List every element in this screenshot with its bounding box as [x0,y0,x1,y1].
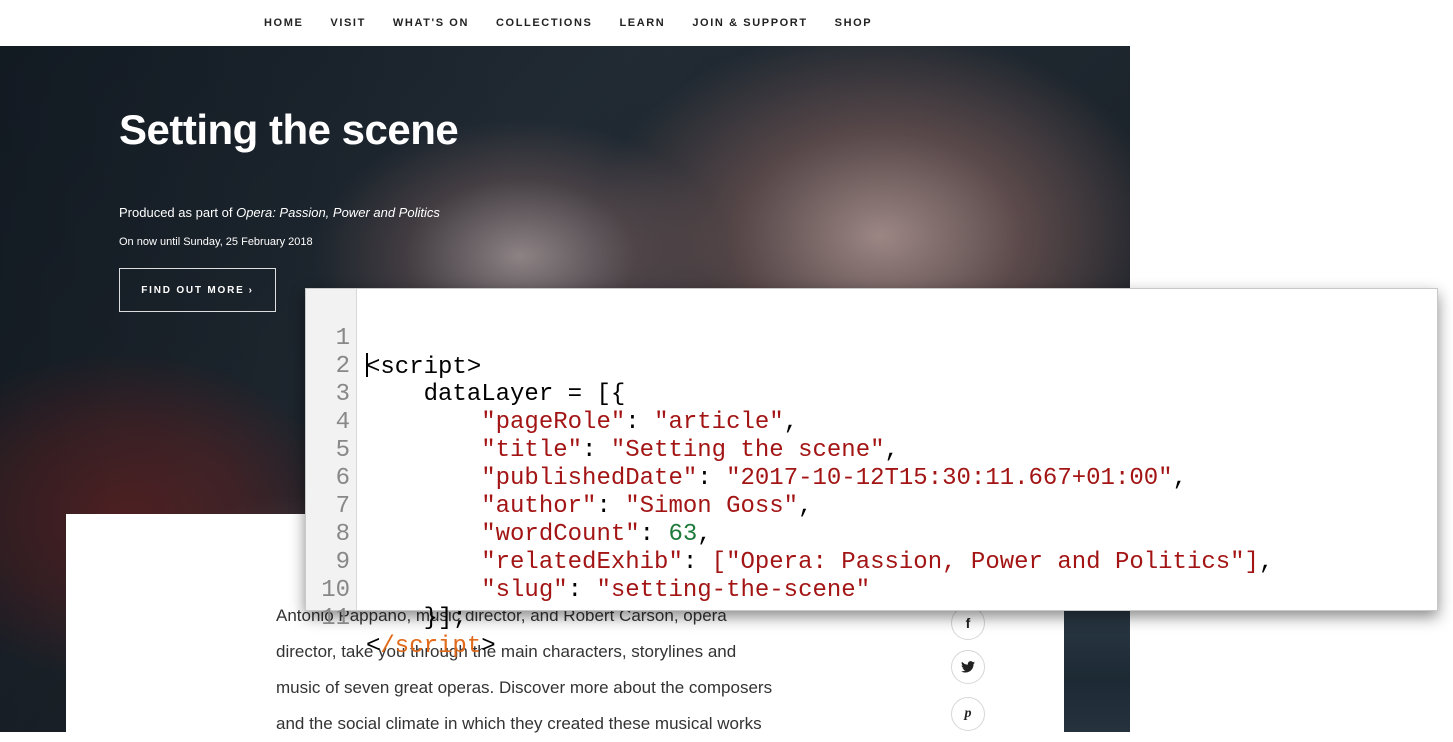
code-key: "author" [481,493,597,520]
hero-produced-line: Produced as part of Opera: Passion, Powe… [119,205,440,220]
code-tag: script [380,354,467,381]
code-value: ["Opera: Passion, Power and Politics"] [711,549,1259,576]
exhibition-link[interactable]: Opera: Passion, Power and Politics [236,205,440,220]
code-line: 9 "slug": "setting-the-scene" [306,521,871,604]
find-out-more-label: FIND OUT MORE [141,284,245,296]
code-line: 10 }]; [306,549,467,632]
code-value: 63 [668,521,698,548]
code-line: 11 </script> [306,577,495,660]
nav-collections[interactable]: COLLECTIONS [496,17,592,29]
code-closing: }]; [423,605,467,632]
code-line: 2 dataLayer = [{ [306,325,626,408]
code-line: 7 "wordCount": 63, [306,465,712,548]
code-key: "relatedExhib" [481,549,683,576]
code-line: 8 "relatedExhib": ["Opera: Passion, Powe… [306,493,1274,576]
code-line: 4 "title": "Setting the scene", [306,381,899,464]
code-key: "pageRole" [481,409,626,436]
article-line: music of seven great operas. Discover mo… [276,678,773,697]
nav-shop[interactable]: SHOP [835,17,873,29]
article-line: and the social climate in which they cre… [276,714,762,733]
pinterest-share-button[interactable]: p [951,697,985,731]
facebook-share-button[interactable]: f [951,606,985,640]
top-nav: HOME VISIT WHAT'S ON COLLECTIONS LEARN J… [0,0,1130,46]
text-caret [366,353,368,377]
pinterest-icon: p [964,706,972,721]
code-value: "Setting the scene" [610,437,885,464]
code-key: "wordCount" [481,521,640,548]
nav-home[interactable]: HOME [264,17,303,29]
code-key: "title" [481,437,583,464]
twitter-share-button[interactable] [951,650,985,684]
code-snippet-overlay: 1 <script> 2 dataLayer = [{ 3 "pageRole"… [305,288,1438,660]
code-value: "setting-the-scene" [596,577,871,604]
facebook-icon: f [965,615,971,631]
code-value: "article" [654,409,784,436]
find-out-more-button[interactable]: FIND OUT MORE › [119,268,276,312]
code-tag: /script [380,633,482,660]
code-variable: dataLayer = [{ [423,381,626,408]
code-value: "2017-10-12T15:30:11.667+01:00" [726,465,1173,492]
nav-learn[interactable]: LEARN [619,17,665,29]
code-key: "slug" [481,577,568,604]
produced-prefix: Produced as part of [119,205,237,220]
line-number: 11 [321,605,350,632]
nav-visit[interactable]: VISIT [330,17,366,29]
code-line: 5 "publishedDate": "2017-10-12T15:30:11.… [306,409,1187,492]
code-line: 1 <script> [306,297,482,381]
nav-join-support[interactable]: JOIN & SUPPORT [692,17,807,29]
page-title: Setting the scene [119,106,459,153]
twitter-icon [961,661,975,673]
code-line: 3 "pageRole": "article", [306,353,799,436]
code-line: 6 "author": "Simon Goss", [306,437,813,520]
side-image [1064,600,1130,732]
code-key: "publishedDate" [481,465,698,492]
code-value: "Simon Goss" [625,493,799,520]
chevron-right-icon: › [248,284,254,296]
exhibition-dates: On now until Sunday, 25 February 2018 [119,236,313,248]
nav-whats-on[interactable]: WHAT'S ON [393,17,469,29]
